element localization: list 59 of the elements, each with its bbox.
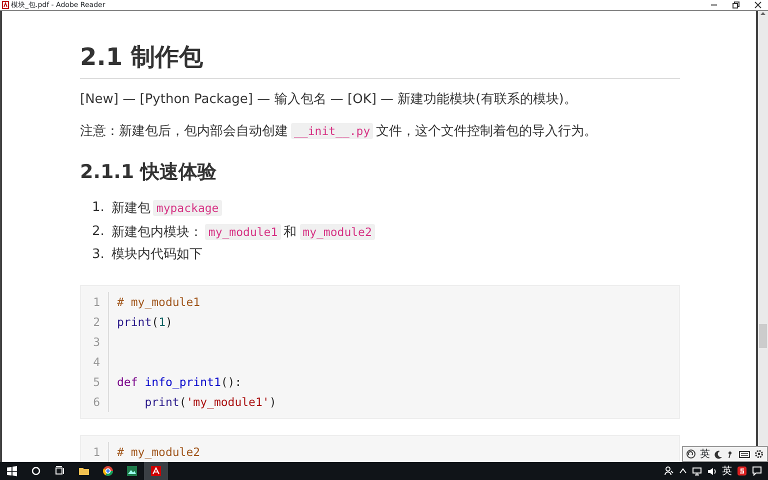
input-language[interactable]: 英 — [722, 464, 732, 478]
subsection-heading: 2.1.1 快速体验 — [80, 160, 218, 185]
close-icon — [754, 1, 762, 9]
speaker-icon[interactable] — [707, 466, 717, 476]
scroll-up-icon[interactable] — [760, 11, 766, 16]
paragraph-text: 注意：新建包后，包内部会自动创建 — [80, 124, 288, 139]
browser-icon[interactable] — [102, 465, 114, 477]
line-number: 5 — [81, 372, 109, 392]
ime-mode[interactable]: 英 — [700, 446, 710, 462]
code-function: info_print1 — [144, 374, 221, 388]
line-number: 2 — [81, 312, 109, 332]
swirl-icon[interactable] — [686, 449, 696, 459]
code-keyword: def — [117, 374, 138, 388]
line-number: 3 — [81, 332, 109, 352]
search-icon[interactable] — [30, 465, 42, 477]
code-text: ) — [166, 314, 172, 328]
caret-up-icon[interactable] — [679, 468, 687, 474]
code-text: ( — [179, 394, 186, 408]
section-heading: 2.1 制作包 — [80, 40, 680, 79]
moon-icon[interactable] — [714, 450, 723, 458]
person-icon[interactable] — [664, 466, 674, 476]
inline-code: mypackage — [153, 200, 222, 216]
paragraph-text: [New] — [Python Package] — 输入包名 — [OK] — 新建功能模块(有联系的模块)。 — [80, 92, 577, 107]
network-icon[interactable] — [692, 466, 702, 476]
pdf-file-icon — [2, 1, 9, 9]
code-builtin: print — [117, 314, 152, 328]
line-number: 1 — [81, 292, 109, 312]
windows-logo-icon[interactable] — [6, 465, 18, 477]
list-item-text: 模块内代码如下 — [111, 247, 202, 262]
picture-app-icon[interactable] — [126, 465, 138, 477]
scroll-thumb[interactable] — [759, 324, 767, 348]
inline-code: __init__.py — [291, 123, 374, 139]
list-item-text: 新建包 — [111, 201, 150, 216]
list-number: 3. — [92, 246, 104, 264]
code-builtin: print — [144, 394, 180, 408]
list-number: 1. — [92, 199, 104, 217]
gear-icon[interactable] — [754, 449, 764, 459]
list-number: 2. — [92, 222, 104, 240]
code-number: 1 — [158, 314, 166, 328]
code-comment: # my_module1 — [117, 294, 200, 308]
notification-icon[interactable] — [752, 466, 762, 476]
restore-icon — [732, 1, 740, 9]
code-text: ( — [152, 314, 159, 328]
code-text: ) — [269, 394, 276, 408]
list-item-text: 和 — [284, 224, 297, 240]
inline-code: my_module2 — [300, 224, 375, 240]
code-text: (): — [220, 374, 242, 388]
pdf-app-icon[interactable] — [150, 465, 162, 477]
folder-icon[interactable] — [78, 465, 90, 477]
paragraph-text: 文件，这个文件控制着包的导入行为。 — [376, 124, 598, 139]
ime-logo-icon[interactable] — [737, 466, 747, 476]
list-item-text: 新建包内模块： — [111, 224, 202, 240]
keyboard-icon[interactable] — [739, 450, 750, 458]
code-comment: # my_module2 — [117, 444, 200, 458]
line-number: 6 — [81, 392, 109, 412]
code-string: 'my_module1' — [186, 394, 270, 408]
inline-code: my_module1 — [205, 224, 281, 240]
task-view-icon[interactable] — [54, 465, 66, 477]
line-number: 4 — [81, 352, 109, 372]
